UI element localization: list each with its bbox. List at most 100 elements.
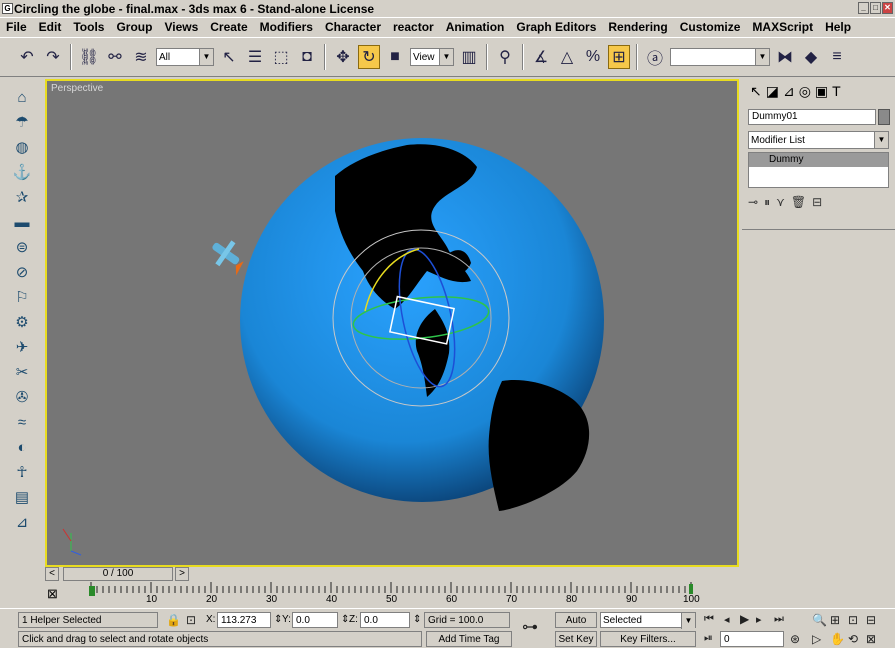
time-slider-next-button[interactable]: >: [175, 567, 189, 581]
menu-graph-editors[interactable]: Graph Editors: [516, 20, 596, 34]
viewport-label[interactable]: Perspective: [51, 83, 103, 94]
percent-snap-icon[interactable]: %: [582, 45, 604, 69]
go-to-end-icon[interactable]: ⏭: [774, 613, 784, 626]
menu-create[interactable]: Create: [210, 20, 247, 34]
3ds-max-icon[interactable]: G: [2, 3, 13, 14]
set-key-button[interactable]: Set Key: [555, 631, 597, 647]
modifier-list-dropdown[interactable]: Modifier List ▼: [748, 131, 889, 149]
rectangle-selection-icon[interactable]: ⬚: [270, 45, 292, 69]
motion-tab-icon[interactable]: ◎: [799, 83, 811, 99]
layer-manager-icon[interactable]: ≡: [826, 45, 848, 69]
menu-help[interactable]: Help: [825, 20, 851, 34]
plane-icon[interactable]: ▬: [10, 211, 34, 233]
select-object-icon[interactable]: ↖: [218, 45, 240, 69]
auto-key-button[interactable]: Auto Key: [555, 612, 597, 641]
y-coordinate-field[interactable]: 0.0: [292, 612, 338, 628]
maximize-viewport-icon[interactable]: ⊠: [866, 632, 876, 646]
menu-tools[interactable]: Tools: [73, 20, 104, 34]
time-configuration-icon[interactable]: ⊛: [790, 632, 800, 646]
bind-space-warp-icon[interactable]: ≋: [130, 45, 152, 69]
select-and-rotate-icon[interactable]: ↻: [358, 45, 380, 69]
pan-icon[interactable]: ✋: [830, 632, 845, 646]
maximize-button[interactable]: □: [870, 2, 881, 14]
menu-edit[interactable]: Edit: [39, 20, 62, 34]
constraint-icon[interactable]: ≈: [10, 411, 34, 433]
modifier-stack-item[interactable]: Dummy: [749, 153, 888, 167]
track-bar[interactable]: ⊠ 10 20 30 40 50 60 70 80 90 100: [45, 582, 739, 608]
key-filters-button[interactable]: Key Filters...: [600, 631, 696, 647]
make-unique-icon[interactable]: ⋎: [776, 195, 785, 210]
z-coordinate-field[interactable]: 0.0: [360, 612, 410, 628]
dashpot-icon[interactable]: ⊘: [10, 261, 34, 283]
align-icon[interactable]: ◆: [800, 45, 822, 69]
zoom-icon[interactable]: 🔍: [812, 613, 827, 627]
create-animation-icon[interactable]: ⊿: [10, 511, 34, 533]
selection-filter-dropdown[interactable]: All ▼: [156, 48, 214, 66]
key-mode-dropdown[interactable]: Selected ▼: [600, 612, 696, 629]
open-mini-curve-editor-icon[interactable]: ⊠: [47, 586, 58, 602]
fracture-icon[interactable]: ✂: [10, 361, 34, 383]
wind-icon[interactable]: ⚙: [10, 311, 34, 333]
menu-file[interactable]: File: [6, 20, 27, 34]
menu-customize[interactable]: Customize: [680, 20, 741, 34]
zoom-extents-all-icon[interactable]: ⊟: [866, 613, 876, 627]
select-and-scale-icon[interactable]: ■: [384, 45, 406, 69]
perspective-viewport[interactable]: Perspective: [45, 79, 739, 567]
zoom-all-icon[interactable]: ⊞: [830, 613, 840, 627]
rigid-body-collection-icon[interactable]: ⌂: [10, 86, 34, 108]
field-of-view-icon[interactable]: ▷: [812, 632, 821, 646]
time-slider-prev-button[interactable]: <: [45, 567, 59, 581]
select-by-name-icon[interactable]: ☰: [244, 45, 266, 69]
object-color-swatch[interactable]: [878, 109, 890, 125]
select-and-link-icon[interactable]: ⛓: [78, 45, 100, 69]
edit-named-selection-icon[interactable]: ⓐ: [644, 45, 666, 69]
close-button[interactable]: ✕: [882, 2, 893, 14]
undo-icon[interactable]: ↶: [16, 45, 38, 69]
next-frame-icon[interactable]: ▸: [756, 613, 762, 626]
create-tab-icon[interactable]: ↖: [750, 83, 762, 99]
menu-rendering[interactable]: Rendering: [608, 20, 667, 34]
object-name-field[interactable]: Dummy01: [748, 109, 876, 125]
menu-modifiers[interactable]: Modifiers: [260, 20, 313, 34]
menu-character[interactable]: Character: [325, 20, 381, 34]
redo-icon[interactable]: ↷: [42, 45, 64, 69]
pivot-center-icon[interactable]: ▥: [458, 45, 480, 69]
named-selection-dropdown[interactable]: ▼: [670, 48, 770, 66]
mirror-icon[interactable]: ⧓: [774, 45, 796, 69]
soft-body-collection-icon[interactable]: ◍: [10, 136, 34, 158]
menu-group[interactable]: Group: [116, 20, 152, 34]
minimize-button[interactable]: _: [858, 2, 869, 14]
select-and-manipulate-icon[interactable]: ⚲: [494, 45, 516, 69]
motor-icon[interactable]: ⚐: [10, 286, 34, 308]
play-icon[interactable]: ▶: [740, 612, 749, 626]
remove-modifier-icon[interactable]: 🗑: [791, 195, 806, 210]
spinner-snap-icon[interactable]: ⊞: [608, 45, 630, 69]
deforming-mesh-icon[interactable]: ✰: [10, 186, 34, 208]
menu-views[interactable]: Views: [164, 20, 198, 34]
menu-maxscript[interactable]: MAXScript: [752, 20, 813, 34]
rope-collection-icon[interactable]: ⚓: [10, 161, 34, 183]
absolute-mode-icon[interactable]: ⊡: [186, 613, 196, 627]
spring-icon[interactable]: ⊜: [10, 236, 34, 258]
water-icon[interactable]: ✇: [10, 386, 34, 408]
menu-animation[interactable]: Animation: [446, 20, 505, 34]
snap-toggle-icon[interactable]: ∡: [530, 45, 552, 69]
angle-snap-icon[interactable]: △: [556, 45, 578, 69]
unlink-icon[interactable]: ⚯: [104, 45, 126, 69]
key-mode-toggle-icon[interactable]: ⏯: [704, 632, 713, 645]
pin-stack-icon[interactable]: ⊸: [748, 195, 758, 210]
ragdoll-icon[interactable]: ☥: [10, 461, 34, 483]
utilities-tab-icon[interactable]: T: [832, 83, 841, 99]
preview-icon[interactable]: ▤: [10, 486, 34, 508]
window-crossing-icon[interactable]: ◘: [296, 45, 318, 69]
display-tab-icon[interactable]: ▣: [815, 83, 828, 99]
show-end-result-icon[interactable]: ⏸: [764, 195, 770, 210]
reference-coordinate-dropdown[interactable]: View ▼: [410, 48, 454, 66]
add-time-tag-button[interactable]: Add Time Tag: [426, 631, 512, 647]
toy-car-icon[interactable]: ✈: [10, 336, 34, 358]
hinge-icon[interactable]: ◐: [10, 436, 34, 458]
spinner-icon[interactable]: ⇕: [413, 614, 421, 625]
cloth-collection-icon[interactable]: ☂: [10, 111, 34, 133]
menu-reactor[interactable]: reactor: [393, 20, 434, 34]
airplane-model[interactable]: [206, 234, 252, 278]
